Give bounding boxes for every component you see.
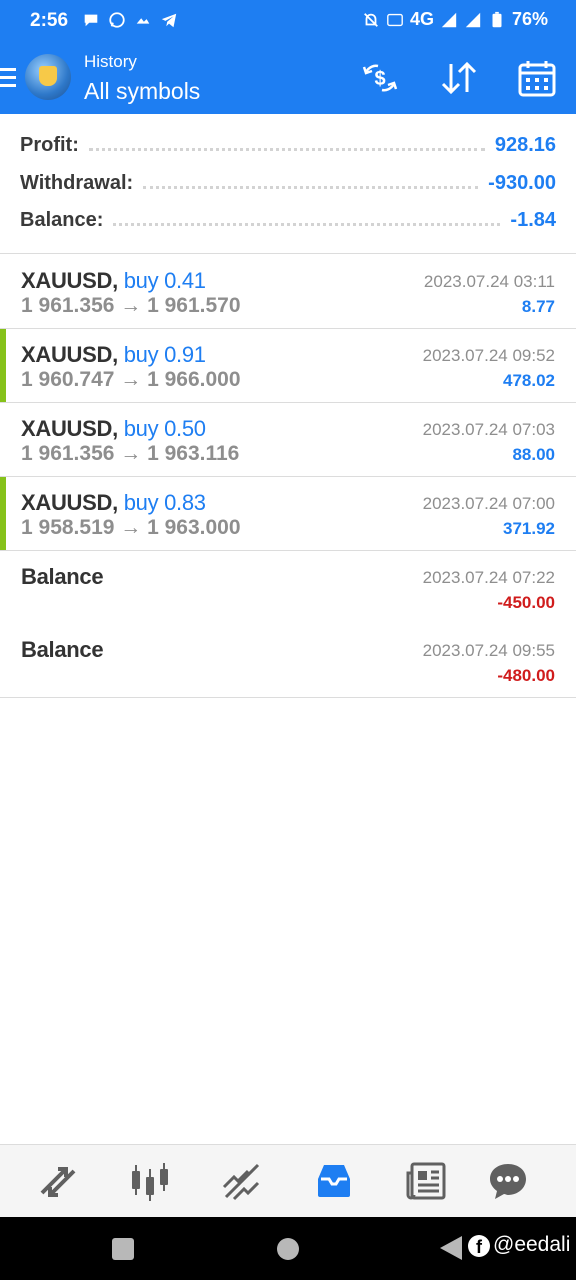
history-icon[interactable] <box>312 1159 356 1203</box>
deal-prices: 1 958.519 → 1 963.000 <box>21 516 241 539</box>
deal-profit: -480.00 <box>497 666 555 685</box>
network-label: 4G <box>409 9 434 29</box>
battery-icon <box>492 11 502 27</box>
telegram-icon <box>161 13 177 28</box>
menu-icon[interactable] <box>0 68 16 88</box>
deal-symbol: XAUUSD, buy 0.91 <box>21 342 206 367</box>
news-icon[interactable] <box>404 1159 448 1203</box>
deal-symbol: XAUUSD, buy 0.41 <box>21 268 206 293</box>
deal-prices: 1 961.356 → 1 961.570 <box>21 294 241 317</box>
deal-profit: 8.77 <box>521 297 555 316</box>
chart-icon[interactable] <box>128 1159 172 1203</box>
deal-row[interactable]: XAUUSD, buy 0.50 1 961.356 → 1 963.116 2… <box>0 403 576 477</box>
withdrawal-value: -930.00 <box>488 171 556 194</box>
status-time: 2:56 <box>30 10 69 31</box>
currency-exchange-icon[interactable]: $ <box>358 58 402 98</box>
balance-value: -1.84 <box>510 208 556 231</box>
deal-type: buy 0.41 <box>123 268 206 293</box>
deal-row[interactable]: XAUUSD, buy 0.83 1 958.519 → 1 963.000 2… <box>0 477 576 551</box>
withdrawal-row: Withdrawal: -930.00 <box>20 168 556 198</box>
mute-icon <box>364 12 378 27</box>
summary-panel: Profit: 928.16 Withdrawal: -930.00 Balan… <box>0 114 576 254</box>
deal-row[interactable]: XAUUSD, buy 0.91 1 960.747 → 1 966.000 2… <box>0 329 576 403</box>
watermark-handle: @eedali <box>493 1233 571 1256</box>
page-title[interactable]: All symbols <box>84 78 200 105</box>
profit-value: 928.16 <box>494 133 556 156</box>
volte-icon <box>387 13 403 26</box>
profit-row: Profit: 928.16 <box>20 130 556 160</box>
home-button[interactable] <box>277 1238 299 1260</box>
quotes-icon[interactable] <box>36 1159 80 1203</box>
deal-profit: 371.92 <box>503 519 555 538</box>
svg-text:$: $ <box>374 68 385 90</box>
back-button[interactable] <box>440 1236 462 1260</box>
whatsapp-icon <box>109 12 125 28</box>
chat-icon[interactable] <box>486 1159 530 1203</box>
balance-entry-row[interactable]: Balance 2023.07.24 07:22 -450.00 <box>0 551 576 625</box>
calendar-icon[interactable] <box>515 58 559 98</box>
dotted-leader <box>143 185 479 189</box>
deal-symbol: XAUUSD, buy 0.50 <box>21 416 206 441</box>
deal-time: 2023.07.24 07:00 <box>422 494 555 513</box>
trade-icon[interactable] <box>220 1159 264 1203</box>
battery-level: 76% <box>511 9 548 29</box>
message-icon <box>84 14 98 27</box>
balance-entry-label: Balance <box>21 637 104 662</box>
deal-prices: 1 960.747 → 1 966.000 <box>21 368 241 391</box>
deal-time: 2023.07.24 07:03 <box>422 420 555 439</box>
highlight-bar <box>0 477 6 550</box>
deal-time: 2023.07.24 03:11 <box>423 272 555 291</box>
bottom-navigation <box>0 1144 576 1217</box>
deal-type: buy 0.83 <box>123 490 206 515</box>
deal-type: buy 0.50 <box>123 416 206 441</box>
highlight-bar <box>0 329 6 402</box>
dotted-leader <box>88 147 485 151</box>
dotted-leader <box>113 222 501 226</box>
notification-icons <box>82 10 178 30</box>
balance-entry-label: Balance <box>21 564 104 589</box>
app-logo <box>25 54 71 100</box>
deal-type: buy 0.91 <box>123 342 206 367</box>
page-subtitle: History <box>84 52 137 71</box>
recents-button[interactable] <box>112 1238 134 1260</box>
deal-profit: 478.02 <box>503 371 555 390</box>
deal-profit: -450.00 <box>497 593 555 612</box>
profit-label: Profit: <box>20 133 79 156</box>
balance-entry-row[interactable]: Balance 2023.07.24 09:55 -480.00 <box>0 624 576 698</box>
deal-time: 2023.07.24 07:22 <box>422 568 555 587</box>
app-notification-icon <box>136 18 150 24</box>
deal-symbol: XAUUSD, buy 0.83 <box>21 490 206 515</box>
balance-label: Balance: <box>20 208 104 231</box>
balance-row: Balance: -1.84 <box>20 205 556 235</box>
deal-row[interactable]: XAUUSD, buy 0.41 1 961.356 → 1 961.570 2… <box>0 255 576 329</box>
deal-time: 2023.07.24 09:52 <box>422 346 555 365</box>
facebook-icon: f <box>468 1235 490 1257</box>
signal-icon-2 <box>465 12 481 27</box>
signal-icon <box>441 12 457 27</box>
status-bar: 2:56 4G 76% <box>0 0 576 42</box>
system-navigation-bar: f @eedali <box>0 1217 576 1280</box>
deal-profit: 88.00 <box>512 445 555 464</box>
withdrawal-label: Withdrawal: <box>20 171 134 194</box>
sort-icon[interactable] <box>437 58 481 98</box>
status-right: 4G 76% <box>362 9 548 30</box>
app-header: 2:56 4G 76% History All symbols $ <box>0 0 576 114</box>
deal-prices: 1 961.356 → 1 963.116 <box>21 442 240 465</box>
deal-time: 2023.07.24 09:55 <box>422 641 555 660</box>
